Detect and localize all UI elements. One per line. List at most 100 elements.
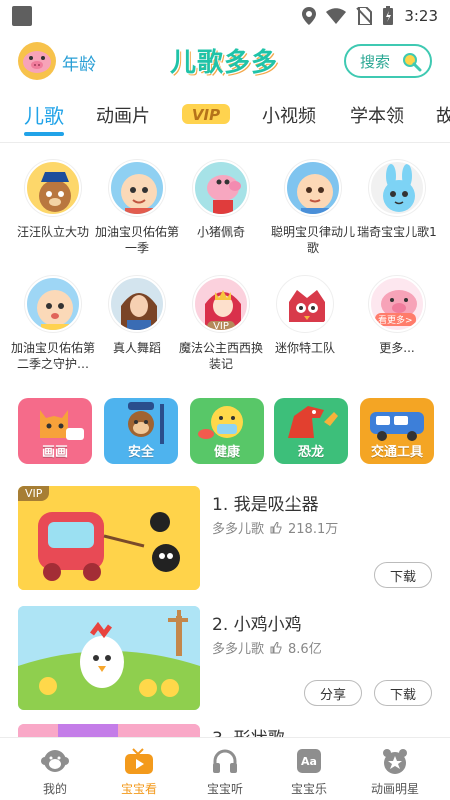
bottom-nav: 我的 宝宝看 宝宝听 Aa 宝宝乐 动画明星 [0,737,450,800]
channel-item[interactable]: 加油宝贝佑佑第一季 [92,160,182,256]
tab-short-videos[interactable]: 小视频 [262,102,316,128]
channel-label: 更多... [379,341,415,355]
search-label: 搜索 [360,52,391,71]
wifi-icon [326,8,347,24]
video-meta: 多多儿歌 218.1万 [212,518,338,537]
baby-character-icon [109,160,165,216]
category-label: 恐龙 [297,445,324,460]
channel-label: 小猪佩奇 [196,225,245,239]
nav-label: 宝宝看 [120,782,157,796]
thumb-up-icon [270,641,282,653]
channel-item[interactable]: 迷你特工队 [260,276,350,372]
smart-baby-icon [285,160,341,216]
video-thumbnail[interactable] [18,724,200,737]
pink-pig-icon: 看更多> [369,276,425,332]
pig-face-icon [23,51,51,73]
channel-label: 聪明宝贝律动儿歌 [270,225,355,255]
vip-badge: VIP [207,321,235,330]
download-button[interactable]: 下载 [374,680,432,706]
channel-item[interactable]: 看更多> 更多... [352,276,442,372]
chicken-cartoon-icon [18,606,200,710]
video-plays: 218.1万 [288,522,339,537]
tab-vip-label: VIP [192,106,220,124]
channel-item[interactable]: 加油宝贝佑佑第二季之守护… [8,276,98,372]
nav-play[interactable]: Aa 宝宝乐 [274,746,344,797]
nav-listen[interactable]: 宝宝听 [190,746,260,797]
age-avatar[interactable] [18,42,56,80]
category-transport[interactable]: 交通工具 [360,398,434,464]
thumb-up-icon [270,521,282,533]
video-thumbnail[interactable]: VIP [18,486,200,590]
battery-icon [383,6,394,25]
channel-item[interactable]: 小猪佩奇 [176,160,266,256]
channel-label: 真人舞蹈 [112,341,161,355]
nav-label: 我的 [42,782,67,796]
dancer-icon [109,276,165,332]
channel-item[interactable]: 瑞奇宝宝儿歌1 [352,160,442,256]
clock: 3:23 [404,7,438,25]
no-sim-icon [356,7,373,25]
channel-label: 迷你特工队 [274,341,335,355]
svg-text:Aa: Aa [301,755,317,768]
baby-character-icon [25,276,81,332]
tab-cartoons[interactable]: 动画片 [96,102,150,128]
see-more-badge: 看更多> [375,313,416,326]
rabbit-character-icon [369,160,425,216]
channel-label: 加油宝贝佑佑第二季之守护… [10,341,95,371]
nav-mine[interactable]: 我的 [20,746,90,797]
games-icon: Aa [294,746,324,776]
fox-painter-icon [40,410,84,440]
headphones-icon [210,746,240,776]
category-label: 健康 [213,445,240,460]
category-drawing[interactable]: 画画 [18,398,92,464]
channel-item[interactable]: 聪明宝贝律动儿歌 [268,160,358,256]
monkey-police-icon [128,402,164,444]
video-title[interactable]: 2. 小鸡小鸡 [212,610,302,635]
notification-icon [12,6,32,26]
location-icon [302,7,317,25]
app-logo: 儿歌多多 [170,48,279,78]
age-label[interactable]: 年龄 [62,50,96,75]
video-item[interactable]: 3. 形状歌 [0,724,450,737]
robot-bird-icon [277,276,333,332]
tabs-divider [0,142,450,143]
nav-label: 宝宝听 [206,782,243,796]
category-health[interactable]: 健康 [190,398,264,464]
channel-label: 魔法公主西西换装记 [178,341,263,371]
tab-stories[interactable]: 故 [436,102,450,128]
category-label: 画画 [41,445,68,460]
vacuum-cartoon-icon [18,486,200,590]
search-icon [403,53,422,72]
pig-character-icon [193,160,249,216]
nav-label: 宝宝乐 [290,782,327,796]
channel-item[interactable]: VIP 魔法公主西西换装记 [176,276,266,372]
nav-label: 动画明星 [370,782,419,796]
channel-item[interactable]: 真人舞蹈 [92,276,182,372]
channel-label: 汪汪队立大功 [16,225,89,239]
video-plays: 8.6亿 [288,642,322,657]
download-button[interactable]: 下载 [374,562,432,588]
video-title[interactable]: 3. 形状歌 [212,724,285,737]
channel-label: 瑞奇宝宝儿歌1 [357,225,437,239]
video-channel: 多多儿歌 [212,642,265,657]
nav-stars[interactable]: 动画明星 [360,746,430,797]
video-title[interactable]: 1. 我是吸尘器 [212,490,319,515]
chick-mask-icon [198,406,243,439]
tab-vip[interactable]: VIP [182,102,230,126]
tab-songs[interactable]: 儿歌 [24,100,64,129]
channel-item[interactable]: 汪汪队立大功 [8,160,98,256]
tab-skills[interactable]: 学本领 [350,102,404,128]
nav-watch[interactable]: 宝宝看 [104,746,174,797]
share-button[interactable]: 分享 [304,680,362,706]
app-header: 年龄 儿歌多多 搜索 [0,38,450,84]
dinosaur-icon [288,406,338,438]
shapes-cartoon-icon [18,724,200,737]
category-safety[interactable]: 安全 [104,398,178,464]
video-item[interactable]: VIP 1. 我是吸尘器 多多儿歌 218.1万 下载 [0,486,450,598]
video-thumbnail[interactable] [18,606,200,710]
category-dinosaur[interactable]: 恐龙 [274,398,348,464]
video-item[interactable]: 2. 小鸡小鸡 多多儿歌 8.6亿 分享 下载 [0,606,450,710]
search-button[interactable]: 搜索 [344,44,432,78]
princess-icon: VIP [193,276,249,332]
vip-badge: VIP [18,486,50,501]
